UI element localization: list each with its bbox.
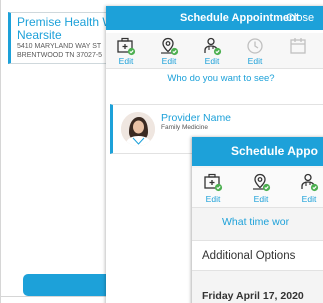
step-edit-link: Edit: [247, 56, 263, 66]
step-confirm: [278, 33, 318, 69]
step-indicator: Edit Edit Edit: [106, 33, 323, 69]
medical-kit-icon: [204, 173, 223, 192]
step-edit-link[interactable]: Edit: [244, 194, 278, 204]
provider-icon: [204, 37, 222, 56]
step-edit-link[interactable]: Edit: [149, 56, 189, 66]
medical-kit-icon: [117, 37, 136, 56]
step-edit-link[interactable]: Edit: [196, 194, 230, 204]
header-title: Schedule Appo: [231, 144, 318, 158]
provider-avatar: [121, 112, 155, 146]
location-pin-icon: [161, 37, 179, 56]
step-reason[interactable]: Edit: [106, 33, 146, 69]
step-location[interactable]: Edit: [244, 168, 278, 208]
step-indicator: Edit Edit Edit: [192, 168, 323, 208]
provider-icon: [301, 173, 319, 192]
step-provider[interactable]: Edit: [292, 168, 323, 208]
time-screen: Schedule Appo Edit Edit Edit What time w…: [192, 137, 323, 303]
step-location[interactable]: Edit: [149, 33, 189, 69]
screen-edge: [0, 0, 1, 303]
provider-name: Provider Name: [161, 112, 232, 124]
step-edit-link[interactable]: Edit: [106, 56, 146, 66]
step-reason[interactable]: Edit: [196, 168, 230, 208]
additional-options-row[interactable]: Additional Options: [192, 240, 323, 271]
section-question: Who do you want to see?: [167, 73, 275, 84]
calendar-icon: [290, 38, 306, 54]
date-heading: Friday April 17, 2020: [202, 290, 304, 302]
step-time: Edit: [235, 33, 275, 69]
header-bar: Schedule Appo: [192, 137, 323, 166]
location-pin-icon: [253, 173, 271, 192]
header-bar: Schedule Appointment Close: [106, 6, 323, 30]
close-button[interactable]: Close: [286, 6, 314, 30]
provider-specialty: Family Medicine: [161, 124, 208, 131]
step-provider[interactable]: Edit: [192, 33, 232, 69]
provider-photo: [121, 112, 155, 146]
header-title: Schedule Appointment: [180, 12, 300, 24]
section-question: What time wor: [222, 216, 290, 228]
step-edit-link[interactable]: Edit: [192, 56, 232, 66]
clock-icon: [247, 38, 263, 54]
step-edit-link[interactable]: Edit: [292, 194, 323, 204]
